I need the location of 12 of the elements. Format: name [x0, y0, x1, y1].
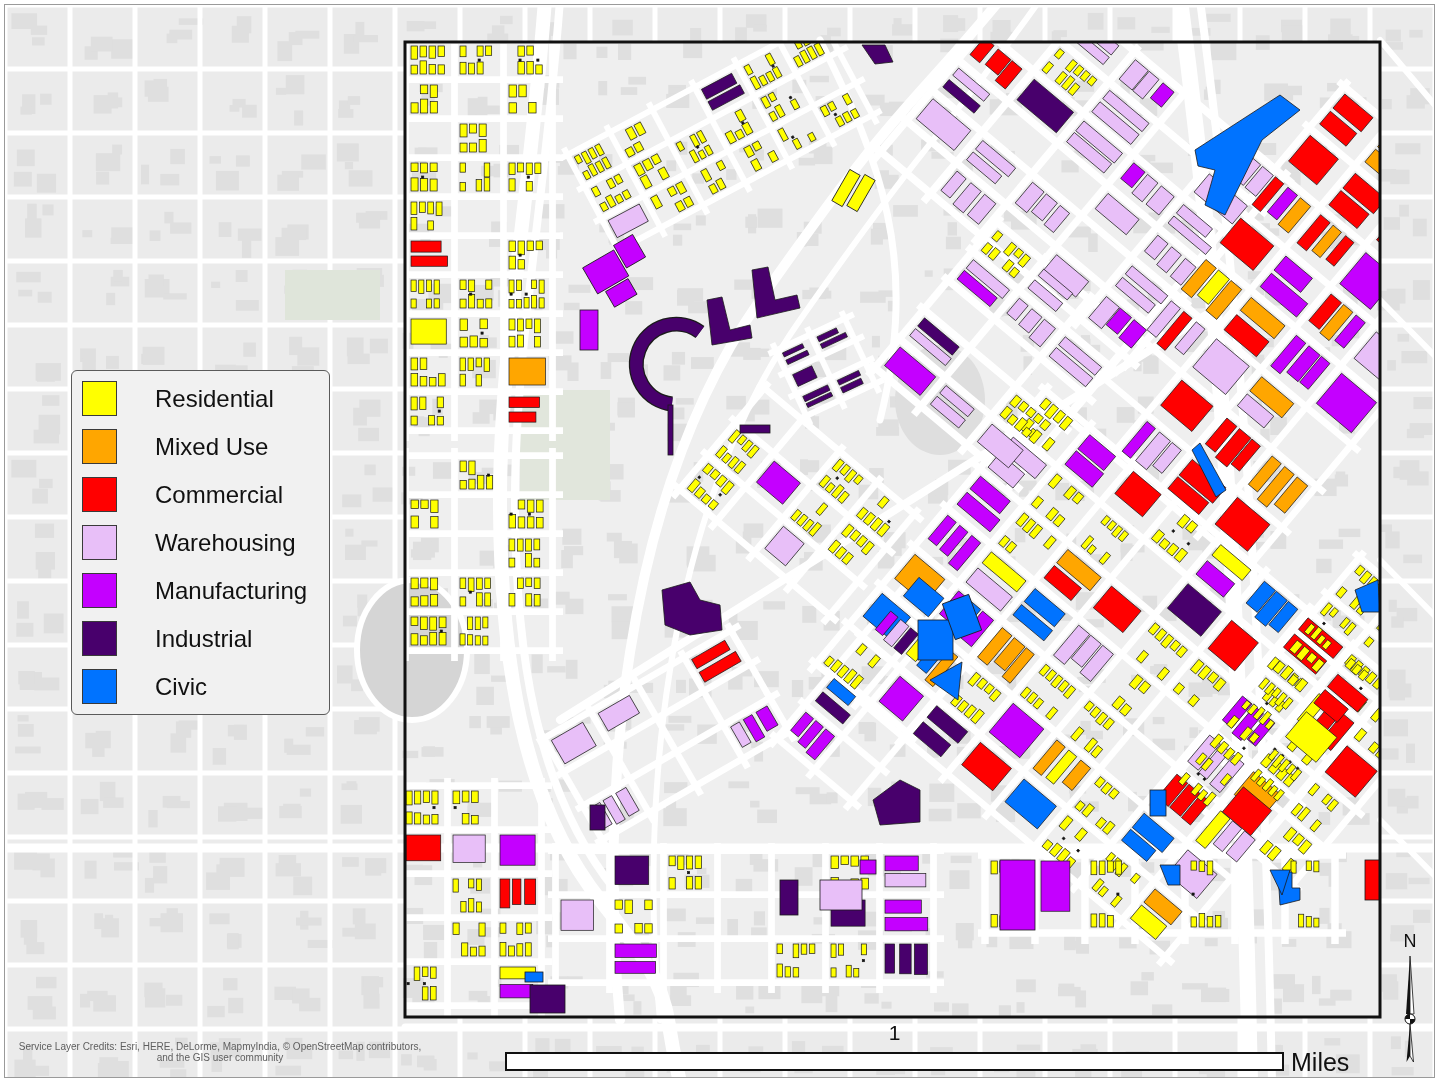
north-arrow-icon: [1402, 956, 1418, 1062]
legend-label: Manufacturing: [155, 576, 308, 605]
legend-label: Civic: [155, 672, 207, 701]
legend-label: Warehousing: [155, 528, 296, 557]
legend-label: Industrial: [155, 624, 253, 653]
legend-label: Commercial: [155, 480, 283, 509]
scale-unit-label: Miles: [1291, 1050, 1350, 1075]
legend-label: Mixed Use: [155, 432, 269, 461]
scale-label: 1: [888, 1022, 901, 1044]
legend-label: Residential: [155, 384, 274, 413]
credits-text: Service Layer Credits: Esri, HERE, DeLorme, MapmyIndia, © OpenStreetMap contributors, and the GIS user community: [18, 1041, 422, 1063]
north-label: N: [1403, 932, 1417, 950]
